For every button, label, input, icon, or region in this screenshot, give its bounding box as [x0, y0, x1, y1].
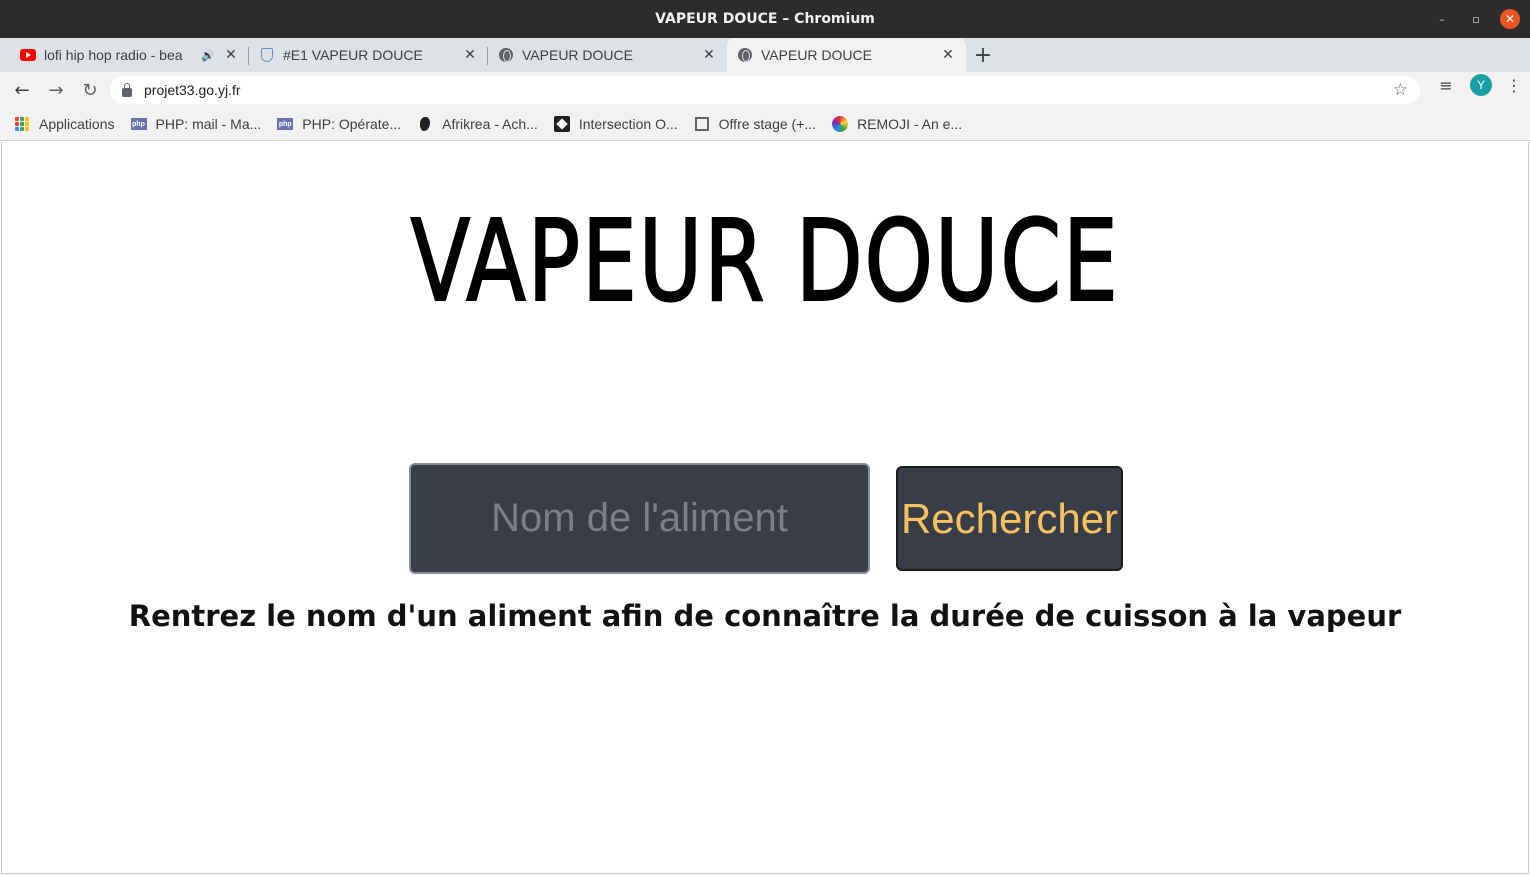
audio-playing-icon[interactable]: 🔊 — [201, 49, 215, 62]
site-logo-title: VAPEUR DOUCE — [410, 197, 1120, 327]
php-icon: php — [130, 116, 147, 132]
bookmark-remoji[interactable]: REMOJI - An e... — [832, 116, 962, 132]
bookmark-label: Offre stage (+... — [718, 116, 817, 132]
tab-label: lofi hip hop radio - bea — [44, 47, 183, 63]
tab-label: VAPEUR DOUCE — [522, 47, 633, 63]
bookmark-php-operateurs[interactable]: php PHP: Opérate... — [277, 116, 401, 132]
bookmark-label: PHP: mail - Ma... — [155, 116, 262, 132]
apps-grid-icon — [14, 116, 30, 132]
tab-close-icon[interactable]: ✕ — [462, 47, 478, 63]
youtube-icon — [20, 47, 36, 63]
address-bar[interactable]: projet33.go.yj.fr ☆ — [110, 76, 1420, 104]
media-queue-icon[interactable]: ≡ — [1436, 76, 1456, 95]
profile-avatar[interactable]: Y — [1470, 74, 1492, 96]
forward-arrow-icon[interactable]: → — [40, 74, 72, 106]
bookmark-label: PHP: Opérate... — [302, 116, 402, 132]
bookmark-star-icon[interactable]: ☆ — [1393, 80, 1408, 100]
tab-close-icon[interactable]: ✕ — [940, 47, 956, 63]
reload-icon[interactable]: ↻ — [74, 74, 106, 106]
globe-icon — [737, 47, 753, 63]
bookmark-php-mail[interactable]: php PHP: mail - Ma... — [130, 116, 262, 132]
tab-lofi[interactable]: lofi hip hop radio - bea 🔊 ✕ — [10, 38, 249, 72]
food-search-input[interactable] — [409, 463, 870, 574]
bookmark-label: Afrikrea - Ach... — [442, 116, 538, 132]
shield-icon — [259, 47, 275, 63]
bookmark-intersection[interactable]: Intersection O... — [553, 116, 678, 132]
tab-vapeur-douce[interactable]: VAPEUR DOUCE ✕ — [488, 38, 727, 72]
minimize-icon[interactable]: – — [1432, 9, 1452, 29]
tab-label: #E1 VAPEUR DOUCE — [283, 47, 423, 63]
bookmark-label: REMOJI - An e... — [857, 116, 963, 132]
tab-label: VAPEUR DOUCE — [761, 47, 872, 63]
new-tab-button[interactable]: + — [966, 38, 1000, 72]
search-button[interactable]: Rechercher — [896, 466, 1123, 571]
remoji-icon — [832, 116, 849, 132]
window-titlebar: VAPEUR DOUCE – Chromium – ▫ ✕ — [0, 0, 1530, 38]
php-icon: php — [277, 116, 294, 132]
toolbar-right-tools: ≡ Y ⋮ — [1436, 74, 1522, 96]
tab-close-icon[interactable]: ✕ — [223, 47, 239, 63]
browser-toolbar: ← → ↻ projet33.go.yj.fr ☆ ≡ Y ⋮ — [0, 72, 1530, 108]
window-title: VAPEUR DOUCE – Chromium — [655, 11, 875, 27]
intersection-icon — [553, 116, 570, 132]
tab-vapeur-douce-active[interactable]: VAPEUR DOUCE ✕ — [727, 38, 966, 72]
page-content: VAPEUR DOUCE Rechercher Rentrez le nom d… — [1, 142, 1529, 874]
globe-icon — [498, 47, 514, 63]
instructions-text: Rentrez le nom d'un aliment afin de conn… — [128, 599, 1402, 633]
bookmark-label: Intersection O... — [578, 116, 678, 132]
tab-e1-vapeur-douce[interactable]: #E1 VAPEUR DOUCE ✕ — [249, 38, 488, 72]
bookmark-label: Applications — [39, 116, 115, 132]
kebab-menu-icon[interactable]: ⋮ — [1506, 76, 1522, 95]
bookmark-afrikrea[interactable]: Afrikrea - Ach... — [417, 116, 538, 132]
window-controls: – ▫ ✕ — [1432, 9, 1520, 29]
bookmarks-bar: Applications php PHP: mail - Ma... php P… — [0, 108, 1530, 141]
url-text[interactable]: projet33.go.yj.fr — [144, 82, 241, 98]
back-arrow-icon[interactable]: ← — [6, 74, 38, 106]
stage-icon — [694, 116, 710, 132]
tab-strip: lofi hip hop radio - bea 🔊 ✕ #E1 VAPEUR … — [0, 38, 1530, 72]
bookmark-applications[interactable]: Applications — [14, 116, 115, 132]
tab-close-icon[interactable]: ✕ — [701, 47, 717, 63]
bookmark-offre-stage[interactable]: Offre stage (+... — [694, 116, 816, 132]
lock-icon[interactable] — [122, 82, 132, 97]
maximize-icon[interactable]: ▫ — [1466, 9, 1486, 29]
close-window-icon[interactable]: ✕ — [1500, 9, 1520, 29]
africa-icon — [417, 116, 433, 132]
